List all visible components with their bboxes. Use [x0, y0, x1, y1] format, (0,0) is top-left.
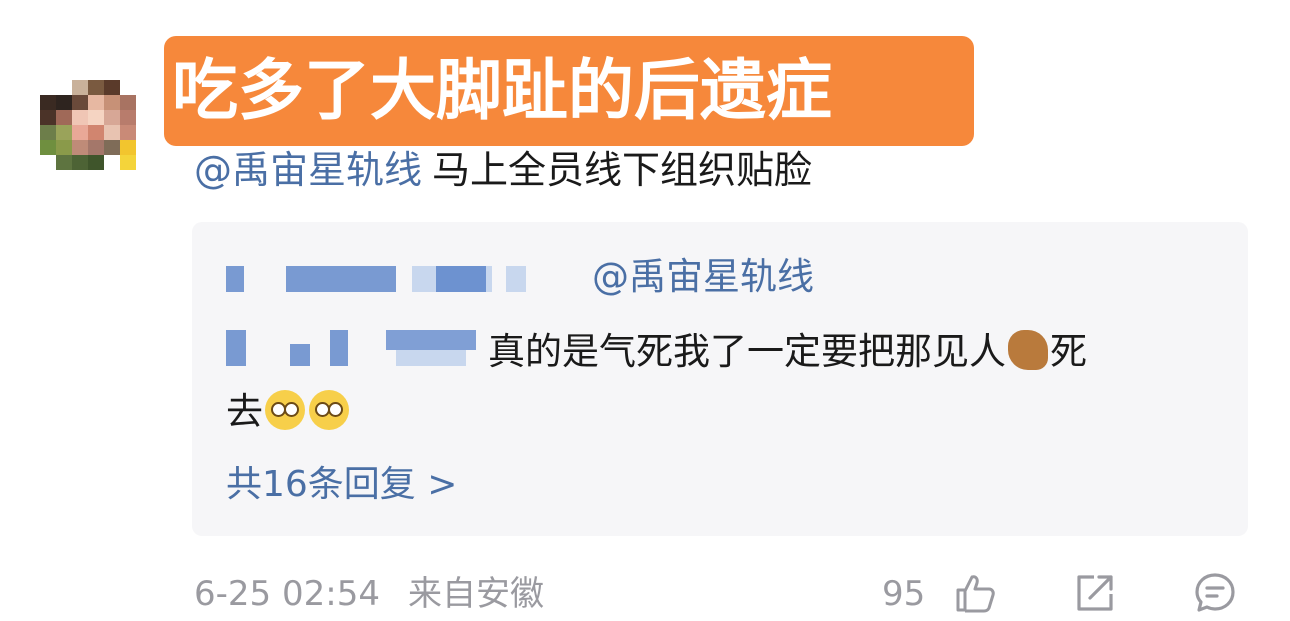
reply-preview-box[interactable]: @禹宙星轨线 真的是气死我了一定要把那见人 死 去 共16条回复 > — [192, 222, 1248, 536]
like-count: 95 — [882, 574, 926, 614]
blurred-username — [506, 266, 526, 292]
view-replies-link[interactable]: 共16条回复 > — [226, 460, 457, 510]
share-icon[interactable] — [1072, 570, 1118, 616]
blurred-username — [286, 266, 396, 292]
location: 来自安徽 — [407, 574, 544, 614]
comment-meta: 6-25 02:54 来自安徽 — [194, 572, 544, 616]
reply-mention-link[interactable]: @禹宙星轨线 — [592, 252, 814, 302]
blurred-username — [226, 266, 244, 292]
horse-emoji-icon — [1008, 330, 1048, 370]
overlay-title-text: 吃多了大脚趾的后遗症 — [172, 52, 832, 129]
rolling-eyes-emoji-icon — [265, 390, 305, 430]
overlay-title-banner: 吃多了大脚趾的后遗症 — [164, 36, 974, 146]
reply-body-line2: 去 — [226, 390, 263, 433]
reply-body: 真的是气死我了一定要把那见人 — [488, 330, 1006, 373]
comment-mention-link[interactable]: @禹宙星轨线 — [194, 148, 422, 192]
reply-text: 真的是气死我了一定要把那见人 死 去 — [226, 322, 1216, 442]
comment-body: 马上全员线下组织贴脸 — [432, 148, 813, 192]
avatar[interactable] — [40, 80, 152, 186]
blurred-username — [436, 266, 486, 292]
blurred-replier-name — [226, 324, 488, 372]
thumbs-up-icon[interactable] — [952, 570, 998, 616]
comment-text: @禹宙星轨线 马上全员线下组织贴脸 — [194, 140, 812, 200]
reply-header: @禹宙星轨线 — [226, 252, 866, 302]
reply-body-cont: 死 — [1050, 330, 1087, 373]
comment-icon[interactable] — [1192, 570, 1238, 616]
timestamp: 6-25 02:54 — [194, 574, 380, 614]
rolling-eyes-emoji-icon — [309, 390, 349, 430]
